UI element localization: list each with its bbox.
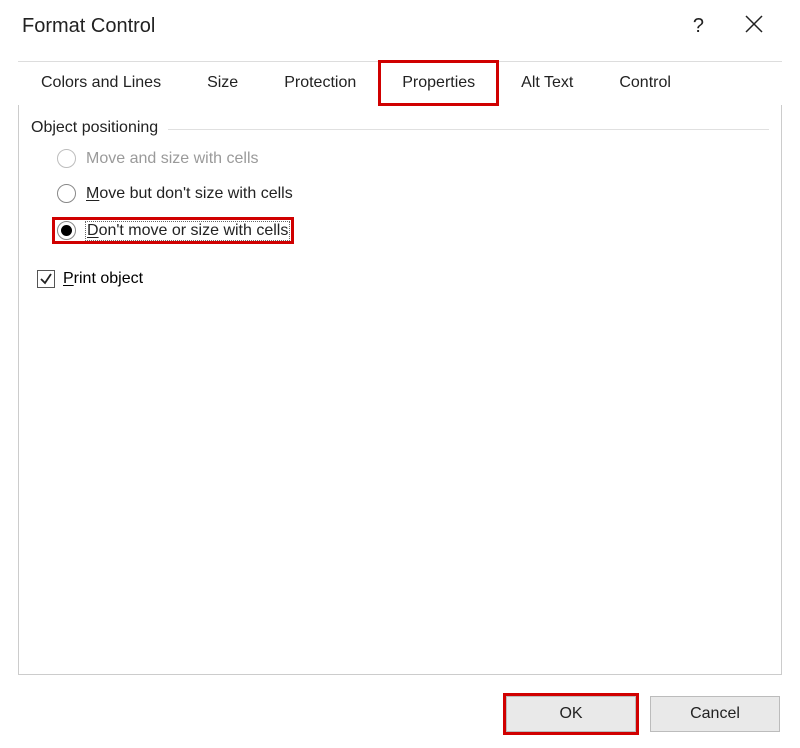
- titlebar: Format Control ?: [12, 8, 788, 49]
- cancel-button[interactable]: Cancel: [650, 696, 780, 732]
- radio-label: Move but don't size with cells: [86, 185, 293, 203]
- tab-protection[interactable]: Protection: [261, 62, 379, 105]
- radio-icon: [57, 184, 76, 203]
- tab-colors-and-lines[interactable]: Colors and Lines: [18, 62, 184, 105]
- dialog-title: Format Control: [22, 15, 155, 38]
- ok-button[interactable]: OK: [506, 696, 636, 732]
- close-icon[interactable]: [744, 14, 764, 39]
- radio-icon: [57, 221, 76, 240]
- titlebar-buttons: ?: [693, 14, 764, 39]
- checkbox-icon: [37, 270, 55, 288]
- section-divider: [168, 129, 769, 130]
- checkbox-print-object[interactable]: Print object: [37, 270, 769, 288]
- help-icon[interactable]: ?: [693, 15, 704, 38]
- radio-move-not-size[interactable]: Move but don't size with cells: [57, 184, 769, 203]
- radio-group-positioning: Move and size with cells Move but don't …: [57, 149, 769, 242]
- checkbox-label: Print object: [63, 270, 143, 288]
- tab-control[interactable]: Control: [596, 62, 694, 105]
- radio-dont-move-size[interactable]: Don't move or size with cells: [54, 219, 292, 242]
- button-row: OK Cancel: [506, 696, 780, 732]
- radio-icon: [57, 149, 76, 168]
- tabs: Colors and Lines Size Protection Propert…: [18, 61, 782, 105]
- radio-move-size-with-cells: Move and size with cells: [57, 149, 769, 168]
- tab-size[interactable]: Size: [184, 62, 261, 105]
- radio-label: Move and size with cells: [86, 150, 259, 168]
- properties-panel: Object positioning Move and size with ce…: [18, 105, 782, 675]
- section-title: Object positioning: [31, 119, 158, 137]
- section-head: Object positioning: [31, 119, 769, 139]
- tab-properties[interactable]: Properties: [379, 61, 498, 105]
- tab-alt-text[interactable]: Alt Text: [498, 62, 596, 105]
- radio-label: Don't move or size with cells: [86, 222, 289, 240]
- format-control-dialog: Format Control ? Colors and Lines Size P…: [0, 0, 800, 748]
